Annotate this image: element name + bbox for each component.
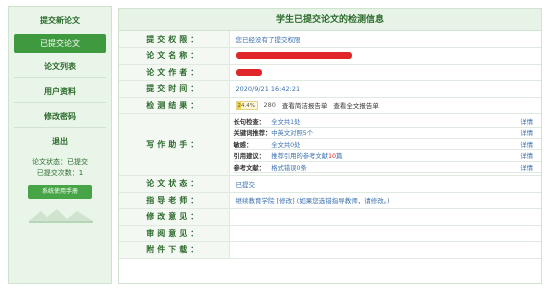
assistant-key: 关键词推荐：: [233, 127, 272, 140]
author-value: [229, 64, 541, 81]
revision-value: [229, 208, 541, 226]
table-row: 论文状态： 已提交: [119, 175, 541, 193]
detail-link[interactable]: 详情: [511, 138, 541, 151]
sidebar-item-change-password[interactable]: 修改密码: [14, 107, 106, 126]
assistant-value-tail: 篇: [335, 153, 343, 161]
assistant-value: 全文共0处: [271, 138, 511, 151]
assistant-value-text: 推荐引用的参考文献: [271, 153, 328, 161]
detail-link[interactable]: 详情: [511, 115, 541, 128]
info-table: 提交权限： 您已经没有了提交权限 论文名称： 论文作者： 提交时间： 2020/…: [119, 31, 541, 259]
list-item: 参考文献： 格式错误0条 详情: [233, 161, 541, 174]
sidebar-item-profile[interactable]: 用户资料: [14, 82, 106, 101]
row-label: 论文名称：: [119, 47, 230, 65]
redaction: [235, 52, 352, 60]
assistant-value: 推荐引用的参考文献10篇: [271, 149, 511, 162]
sidebar-status: 论文状态：已提交 已提交次数：1: [9, 157, 111, 179]
result-value: 24.4% 280 查看简洁报告单 查看全文报告单: [229, 97, 541, 114]
detail-link[interactable]: 详情: [511, 161, 541, 174]
advisor-name: 继续教育学院: [235, 197, 277, 206]
sidebar-item-submitted[interactable]: 已提交论文: [14, 34, 106, 53]
table-row: 指导老师： 继续教育学院 [修改] (如果您选错指导教师，请修改。): [119, 192, 541, 209]
assistant-value-highlight: 10: [327, 153, 336, 161]
full-report-link[interactable]: 查看全文报告单: [333, 100, 379, 110]
row-label: 附件下载：: [119, 241, 230, 259]
row-label: 写作助手：: [119, 113, 230, 176]
table-row: 写作助手： 长句检查： 全文共1处 详情 关键词推荐： 中英文对照5个 详情 敏…: [119, 113, 541, 176]
list-item: 敏感： 全文共0处 详情: [233, 138, 541, 151]
assistant-list: 长句检查： 全文共1处 详情 关键词推荐： 中英文对照5个 详情 敏感： 全文共…: [233, 115, 541, 174]
detail-link[interactable]: 详情: [511, 127, 541, 140]
paper-name-value: [229, 47, 541, 65]
divider: [14, 102, 106, 103]
divider: [14, 127, 106, 128]
row-label: 提交权限：: [119, 31, 230, 48]
submit-time-value: 2020/9/21 16:42:21: [229, 80, 541, 98]
advisor-value: 继续教育学院 [修改] (如果您选错指导教师，请修改。): [229, 192, 541, 209]
advisor-hint: (如果您选错指导教师，请修改。): [296, 197, 390, 206]
manual-button[interactable]: 系统使用手册: [28, 185, 92, 199]
assistant-value: 中英文对照5个: [271, 127, 511, 140]
result-number: 280: [263, 101, 276, 110]
review-value: [229, 225, 541, 242]
page-title: 学生已提交论文的检测信息: [119, 9, 541, 31]
sidebar-item-paper-list[interactable]: 论文列表: [14, 57, 106, 76]
sidebar-item-logout[interactable]: 退出: [14, 132, 106, 151]
permission-value: 您已经没有了提交权限: [229, 31, 541, 48]
divider: [14, 77, 106, 78]
list-item: 长句检查： 全文共1处 详情: [233, 115, 541, 128]
similarity-percent: 24.4%: [237, 102, 255, 109]
row-label: 审阅意见：: [119, 225, 230, 242]
row-label: 指导老师：: [119, 192, 230, 209]
list-item: 关键词推荐： 中英文对照5个 详情: [233, 127, 541, 140]
submit-count-text: 已提交次数：1: [36, 169, 84, 177]
assistant-key: 参考文献：: [233, 161, 272, 174]
row-label: 修改意见：: [119, 208, 230, 226]
writing-assistant: 长句检查： 全文共1处 详情 关键词推荐： 中英文对照5个 详情 敏感： 全文共…: [229, 113, 541, 176]
list-item: 引用建议： 推荐引用的参考文献10篇 详情: [233, 149, 541, 162]
table-row: 提交时间： 2020/9/21 16:42:21: [119, 80, 541, 98]
row-label: 提交时间：: [119, 80, 230, 98]
table-row: 修改意见：: [119, 208, 541, 226]
redaction: [235, 68, 262, 76]
row-label: 论文状态：: [119, 175, 230, 193]
logo-graphic-icon: [29, 209, 93, 223]
assistant-key: 长句检查：: [233, 115, 272, 128]
table-row: 附件下载：: [119, 241, 541, 259]
similarity-progress-bar: 24.4%: [235, 100, 258, 110]
main-panel: 学生已提交论文的检测信息 提交权限： 您已经没有了提交权限 论文名称： 论文作者…: [118, 8, 542, 284]
table-row: 检测结果： 24.4% 280 查看简洁报告单 查看全文报告单: [119, 97, 541, 114]
row-label: 论文作者：: [119, 64, 230, 81]
attachment-value: [229, 241, 541, 259]
assistant-value: 格式错误0条: [271, 161, 511, 174]
table-row: 提交权限： 您已经没有了提交权限: [119, 31, 541, 48]
paper-status-text: 论文状态：已提交: [32, 158, 88, 166]
brief-report-link[interactable]: 查看简洁报告单: [282, 100, 328, 110]
table-row: 审阅意见：: [119, 225, 541, 242]
row-label: 检测结果：: [119, 97, 230, 114]
advisor-edit-link[interactable]: [修改]: [277, 197, 295, 205]
paper-status-value: 已提交: [229, 175, 541, 193]
assistant-value: 全文共1处: [271, 115, 511, 128]
detail-link[interactable]: 详情: [511, 149, 541, 162]
table-row: 论文名称：: [119, 47, 541, 65]
table-row: 论文作者：: [119, 64, 541, 81]
assistant-key: 敏感：: [233, 138, 272, 151]
sidebar: 提交新论文 已提交论文 论文列表 用户资料 修改密码 退出 论文状态：已提交 已…: [8, 6, 112, 284]
assistant-key: 引用建议：: [233, 149, 272, 162]
sidebar-item-submit-new[interactable]: 提交新论文: [14, 11, 106, 30]
